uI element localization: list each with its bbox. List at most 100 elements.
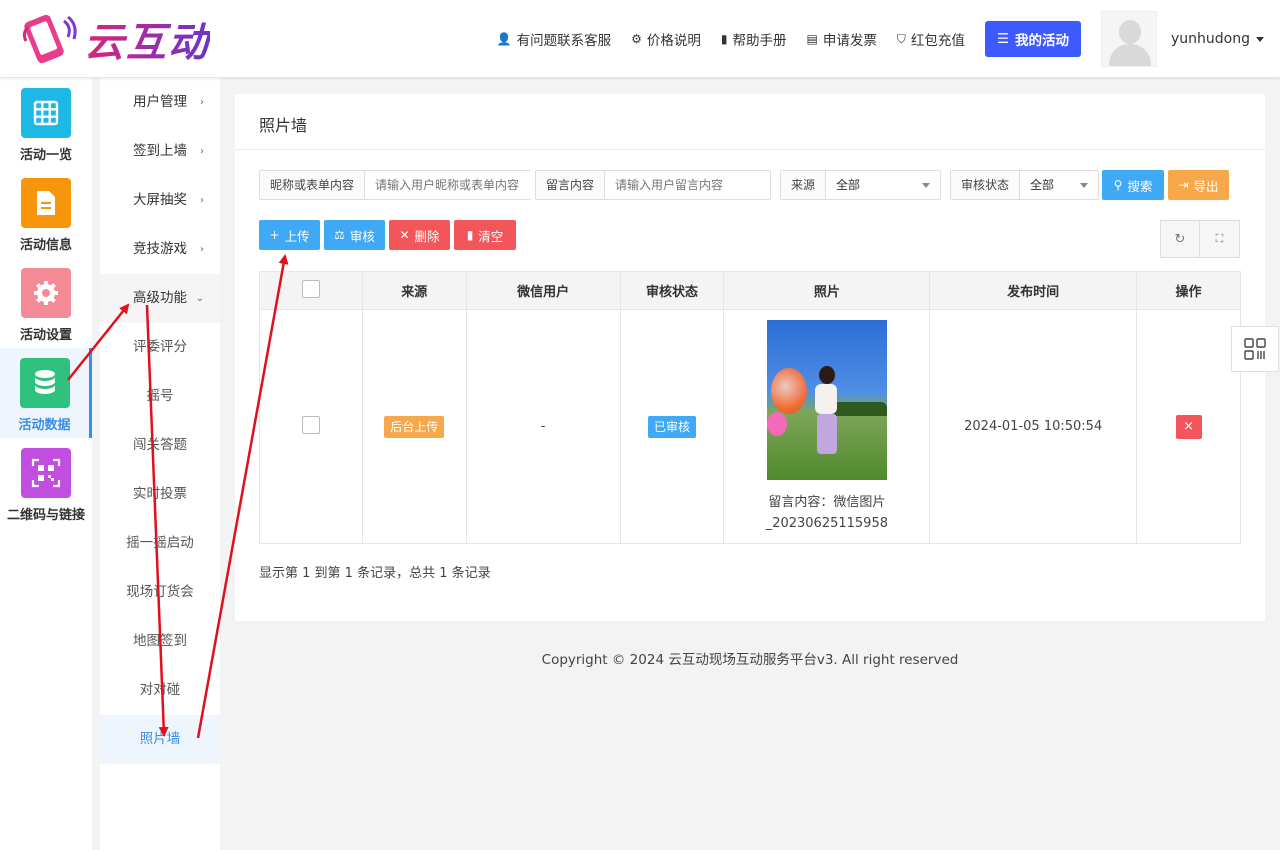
delete-button[interactable]: ✕ 删除: [389, 220, 450, 250]
close-icon: ✕: [399, 228, 410, 242]
fullscreen-icon: ⛶: [1215, 232, 1224, 245]
upload-button[interactable]: + 上传: [259, 220, 320, 250]
submenu-match[interactable]: 对对碰: [100, 666, 220, 715]
column-header: 微信用户: [465, 271, 621, 310]
submenu-map-checkin[interactable]: 地图签到: [100, 617, 220, 666]
submenu: 用户管理 › 签到上墙 › 大屏抽奖 › 竞技游戏 › 高级功能 ⌄ 评委评分 摇号 闯关…: [100, 78, 220, 850]
submenu-quiz[interactable]: 闯关答题: [100, 421, 220, 470]
rail-item-settings[interactable]: 活动设置: [0, 258, 92, 348]
topnav-help[interactable]: ▮ 帮助手册: [721, 29, 787, 49]
submenu-photo-wall[interactable]: 照片墙: [100, 715, 220, 764]
qrcode-icon: [1244, 338, 1266, 360]
submenu-shake-start[interactable]: 摇一摇启动: [100, 519, 220, 568]
submenu-advanced[interactable]: 高级功能 ⌄: [100, 274, 220, 323]
rail-item-info[interactable]: 活动信息: [0, 168, 92, 258]
refresh-button[interactable]: ↻: [1160, 220, 1200, 258]
caret-down-icon: [1256, 36, 1264, 42]
submenu-label: 评委评分: [133, 339, 187, 355]
user-menu[interactable]: yunhudong: [1171, 31, 1264, 47]
column-header: 照片: [723, 271, 931, 310]
search-button[interactable]: ⚲ 搜索: [1102, 170, 1164, 200]
row-checkbox[interactable]: [301, 415, 320, 434]
submenu-checkin-wall[interactable]: 签到上墙 ›: [100, 127, 220, 176]
document-icon: [21, 178, 71, 228]
avatar-head: [1119, 20, 1141, 44]
topnav-invoice-label: 申请发票: [822, 33, 877, 49]
topnav-recharge-label: 红包充值: [910, 33, 965, 49]
column-header: 发布时间: [929, 271, 1138, 310]
select-all-checkbox[interactable]: [301, 279, 320, 298]
topnav-pricing[interactable]: ⚙ 价格说明: [631, 29, 701, 49]
topnav-recharge[interactable]: ⛉ 红包充值: [897, 29, 965, 50]
column-header: 操作: [1136, 271, 1241, 310]
nickname-input[interactable]: [365, 171, 532, 199]
photo-thumbnail[interactable]: [766, 319, 887, 480]
list-icon: ☰: [996, 31, 1009, 47]
export-button[interactable]: ⇥ 导出: [1168, 170, 1229, 200]
submenu-label: 竞技游戏: [133, 241, 187, 257]
username: yunhudong: [1171, 31, 1250, 47]
submenu-label: 地图签到: [133, 633, 187, 649]
topnav-contact[interactable]: 👤 有问题联系客服: [497, 29, 611, 49]
photo-balloon: [770, 367, 807, 414]
gavel-icon: ⚖: [334, 228, 345, 242]
submenu-user-management[interactable]: 用户管理 ›: [100, 78, 220, 127]
avatar[interactable]: [1101, 11, 1157, 67]
status-cell: 已审核: [619, 309, 725, 544]
photo-caption: 留言内容：微信图片_20230625115958: [765, 494, 888, 531]
source-select[interactable]: 全部: [826, 171, 940, 199]
search-label: 搜索: [1127, 178, 1153, 194]
brand-logo[interactable]: 云互动: [20, 10, 210, 68]
message-input[interactable]: [605, 171, 770, 199]
main-rail: 活动一览 活动信息 活动设置 活动数据 二维码与链接: [0, 78, 92, 850]
nickname-filter-label: 昵称或表单内容: [260, 171, 366, 199]
photo-cell: 留言内容：微信图片_20230625115958: [723, 309, 931, 544]
submenu-ordering[interactable]: 现场订货会: [100, 568, 220, 617]
submenu-judge-score[interactable]: 评委评分: [100, 323, 220, 372]
chevron-right-icon: ›: [200, 244, 204, 255]
trash-icon: ▮: [466, 228, 474, 242]
submenu-label: 用户管理: [133, 94, 187, 110]
page-title: 照片墙: [259, 116, 308, 135]
export-icon: ⇥: [1178, 178, 1189, 192]
gear-icon: [21, 268, 71, 318]
rail-item-qrcode[interactable]: 二维码与链接: [0, 438, 92, 528]
row-delete-button[interactable]: ×: [1175, 414, 1202, 439]
fullscreen-button[interactable]: ⛶: [1200, 220, 1240, 258]
topnav-invoice[interactable]: ▤ 申请发票: [807, 29, 877, 49]
rail-item-data[interactable]: 活动数据: [0, 348, 92, 438]
status-select-value: 全部: [1030, 178, 1055, 192]
photo-wall-panel: 照片墙 昵称或表单内容 留言内容 来源 全部 审核状态 全部 ⚲ 搜索 ⇥ 导出…: [235, 94, 1265, 621]
source-cell: 后台上传: [361, 309, 467, 544]
submenu-number-draw[interactable]: 摇号: [100, 372, 220, 421]
divider: [235, 149, 1265, 150]
photo-table: 来源 微信用户 审核状态 照片 发布时间 操作 后台上传 - 已审核 留言内容：…: [259, 271, 1241, 544]
status-select[interactable]: 全部: [1020, 171, 1098, 199]
delete-label: 删除: [414, 228, 440, 244]
qrcode-icon: [21, 448, 71, 498]
time-cell: 2024-01-05 10:50:54: [929, 309, 1138, 544]
clear-button[interactable]: ▮ 清空: [454, 220, 516, 250]
chevron-down-icon: ⌄: [195, 293, 204, 304]
my-activity-button[interactable]: ☰ 我的活动: [984, 21, 1081, 57]
submenu-label: 高级功能: [133, 290, 187, 306]
floating-qrcode-button[interactable]: [1231, 326, 1279, 372]
submenu-lottery[interactable]: 大屏抽奖 ›: [100, 176, 220, 225]
rail-label-overview: 活动一览: [19, 148, 72, 163]
top-header: 云互动 👤 有问题联系客服 ⚙ 价格说明 ▮ 帮助手册 ▤ 申请发票 ⛉ 红包充…: [0, 0, 1280, 78]
column-header: 审核状态: [619, 271, 725, 310]
status-filter: 审核状态 全部: [950, 170, 1099, 200]
message-filter-label: 留言内容: [536, 171, 606, 199]
submenu-vote[interactable]: 实时投票: [100, 470, 220, 519]
status-filter-label: 审核状态: [951, 171, 1021, 199]
submenu-label: 签到上墙: [133, 143, 187, 159]
table-row: 后台上传 - 已审核 留言内容：微信图片_20230625115958 2024…: [259, 309, 1241, 544]
search-icon: ⚲: [1113, 178, 1123, 192]
review-button[interactable]: ⚖ 审核: [324, 220, 385, 250]
rail-item-overview[interactable]: 活动一览: [0, 78, 92, 168]
submenu-label: 大屏抽奖: [133, 192, 187, 208]
chevron-right-icon: ›: [200, 146, 204, 157]
clear-label: 清空: [478, 228, 504, 244]
submenu-games[interactable]: 竞技游戏 ›: [100, 225, 220, 274]
my-activity-label: 我的活动: [1015, 33, 1069, 49]
